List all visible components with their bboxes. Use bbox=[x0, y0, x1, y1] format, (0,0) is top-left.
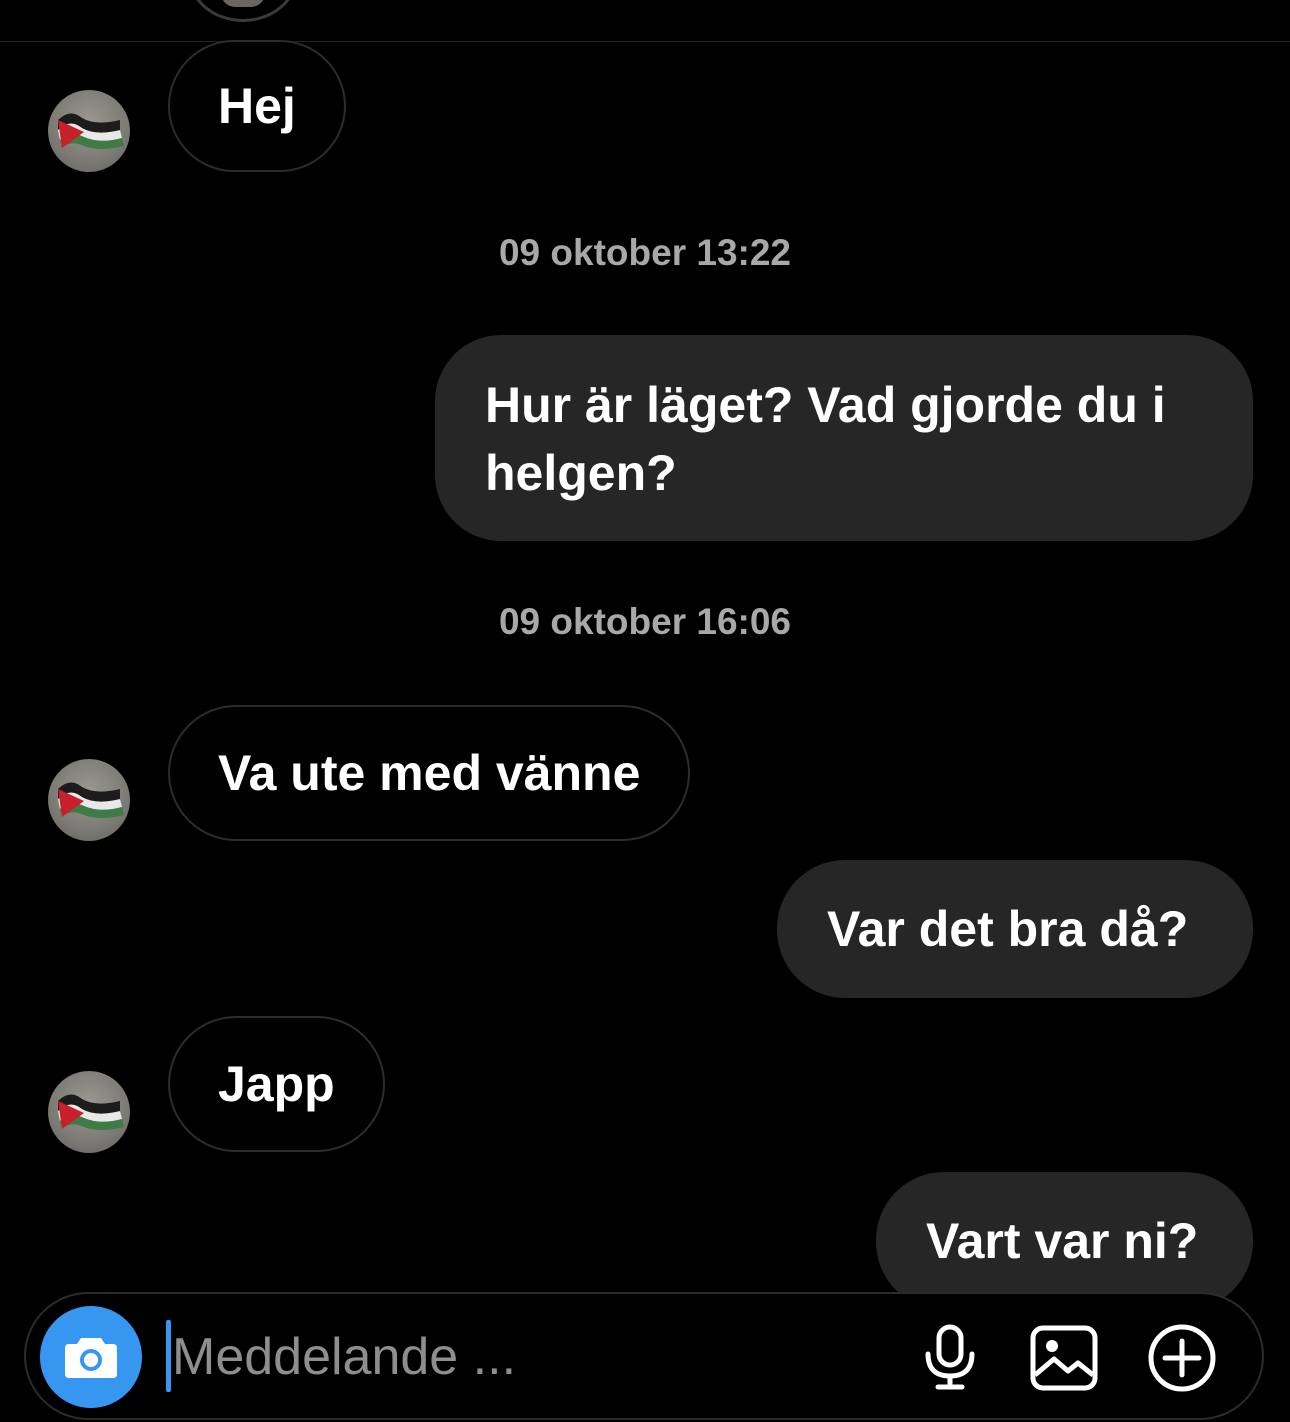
camera-button[interactable] bbox=[40, 1306, 142, 1408]
message-text: Japp bbox=[218, 1056, 335, 1112]
timestamp: 09 oktober 16:06 bbox=[498, 601, 792, 642]
header-avatar[interactable] bbox=[188, 0, 298, 22]
message-text: Var det bra då? bbox=[827, 901, 1189, 957]
sender-avatar[interactable] bbox=[48, 1071, 130, 1153]
message-text: Hur är läget? Vad gjorde du i helgen? bbox=[485, 377, 1166, 501]
plus-circle-icon bbox=[1148, 1324, 1216, 1392]
sender-avatar[interactable] bbox=[48, 759, 130, 841]
flag-image bbox=[58, 113, 124, 149]
message-composer bbox=[24, 1292, 1264, 1420]
camera-icon bbox=[65, 1338, 117, 1378]
text-cursor bbox=[166, 1320, 171, 1392]
sender-avatar[interactable] bbox=[48, 90, 130, 172]
flag-image bbox=[58, 1094, 124, 1130]
chat-screen: Hej 09 oktober 13:22 Hur är läget? Vad g… bbox=[0, 0, 1290, 1422]
flag-image bbox=[58, 782, 124, 818]
microphone-icon bbox=[925, 1324, 975, 1390]
plus-button[interactable] bbox=[1146, 1322, 1218, 1394]
message-input[interactable] bbox=[172, 1312, 892, 1402]
gallery-button[interactable] bbox=[1028, 1322, 1100, 1394]
message-incoming[interactable]: Va ute med vänne bbox=[168, 705, 691, 841]
message-outgoing[interactable]: Hur är läget? Vad gjorde du i helgen? bbox=[435, 335, 1253, 541]
chat-header bbox=[0, 0, 1290, 42]
message-text: Vart var ni? bbox=[926, 1213, 1199, 1269]
message-text: Hej bbox=[218, 78, 296, 134]
image-icon bbox=[1030, 1325, 1098, 1391]
message-text: Va ute med vänne bbox=[218, 745, 641, 801]
message-outgoing[interactable]: Vart var ni? bbox=[876, 1172, 1253, 1310]
timestamp: 09 oktober 13:22 bbox=[498, 232, 792, 273]
microphone-button[interactable] bbox=[914, 1322, 986, 1394]
message-incoming[interactable]: Japp bbox=[168, 1016, 385, 1152]
message-outgoing[interactable]: Var det bra då? bbox=[777, 860, 1253, 998]
message-incoming[interactable]: Hej bbox=[168, 40, 346, 172]
